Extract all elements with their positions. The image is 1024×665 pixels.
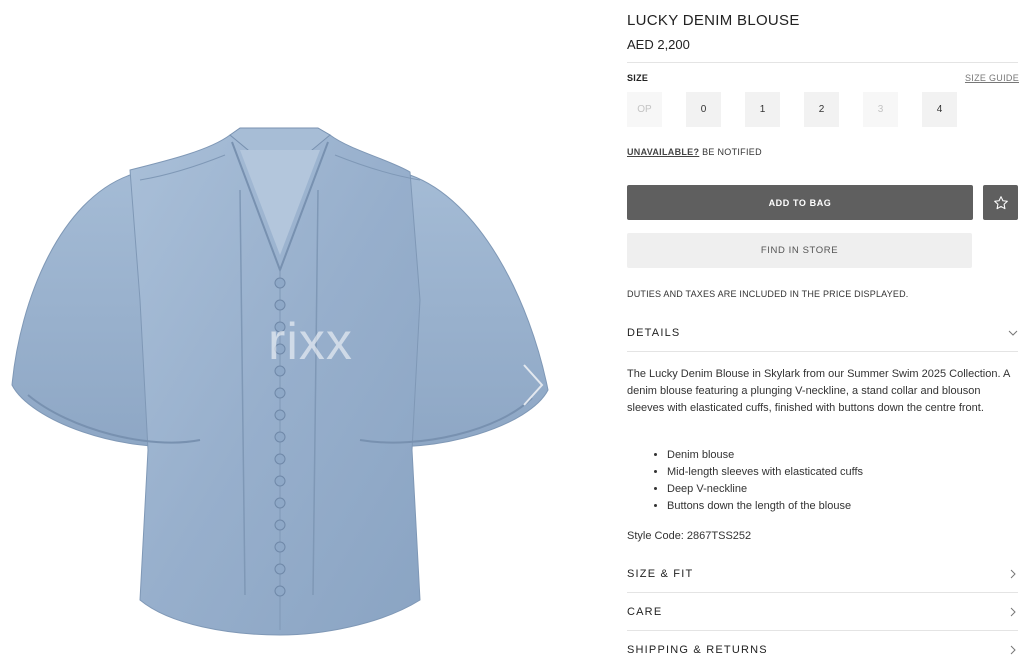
watermark-logo: rixx: [268, 313, 353, 371]
size-fit-accordion-header[interactable]: SIZE & FIT: [627, 564, 1018, 584]
list-item: Mid-length sleeves with elasticated cuff…: [667, 464, 863, 481]
size-option-op[interactable]: OP: [627, 92, 662, 127]
size-option-2[interactable]: 2: [804, 92, 839, 127]
care-accordion-header[interactable]: CARE: [627, 602, 1018, 622]
shipping-returns-label: SHIPPING & RETURNS: [627, 644, 768, 656]
be-notified-text: BE NOTIFIED: [702, 147, 762, 157]
chevron-right-icon: [1010, 569, 1016, 579]
product-info-panel: LUCKY DENIM BLOUSE AED 2,200 SIZE SIZE G…: [627, 0, 1019, 665]
details-accordion-header[interactable]: DETAILS: [627, 323, 1018, 343]
list-item: Denim blouse: [667, 447, 863, 464]
product-price: AED 2,200: [627, 37, 690, 52]
product-image-gallery: rixx: [0, 0, 560, 665]
product-description: The Lucky Denim Blouse in Skylark from o…: [627, 368, 1010, 414]
star-icon: [993, 195, 1008, 209]
feature-list: Denim blouse Mid-length sleeves with ela…: [667, 447, 863, 515]
size-label: SIZE: [627, 73, 649, 83]
list-item: Deep V-neckline: [667, 481, 863, 498]
size-option-3[interactable]: 3: [863, 92, 898, 127]
product-title: LUCKY DENIM BLOUSE: [627, 12, 800, 29]
size-option-4[interactable]: 4: [922, 92, 957, 127]
duties-notice: DUTIES AND TAXES ARE INCLUDED IN THE PRI…: [627, 289, 909, 299]
divider: [627, 630, 1018, 631]
chevron-down-icon: [1008, 330, 1018, 336]
divider: [627, 62, 1018, 63]
next-image-arrow[interactable]: [518, 360, 548, 410]
divider: [627, 351, 1018, 352]
divider: [627, 592, 1018, 593]
care-label: CARE: [627, 606, 663, 618]
size-guide-link[interactable]: SIZE GUIDE: [965, 73, 1019, 83]
unavailable-link[interactable]: UNAVAILABLE?: [627, 147, 699, 157]
size-option-0[interactable]: 0: [686, 92, 721, 127]
list-item: Buttons down the length of the blouse: [667, 498, 863, 515]
details-label: DETAILS: [627, 327, 681, 339]
chevron-right-icon: [1010, 607, 1016, 617]
size-fit-label: SIZE & FIT: [627, 568, 694, 580]
chevron-right-icon: [523, 364, 544, 406]
shipping-returns-accordion-header[interactable]: SHIPPING & RETURNS: [627, 640, 1018, 660]
style-code: Style Code: 2867TSS252: [627, 530, 752, 542]
size-option-1[interactable]: 1: [745, 92, 780, 127]
chevron-right-icon: [1010, 645, 1016, 655]
find-in-store-button[interactable]: FIND IN STORE: [627, 233, 972, 268]
wishlist-button[interactable]: [983, 185, 1018, 220]
add-to-bag-button[interactable]: ADD TO BAG: [627, 185, 973, 220]
unavailable-notice: UNAVAILABLE? BE NOTIFIED: [627, 147, 762, 157]
